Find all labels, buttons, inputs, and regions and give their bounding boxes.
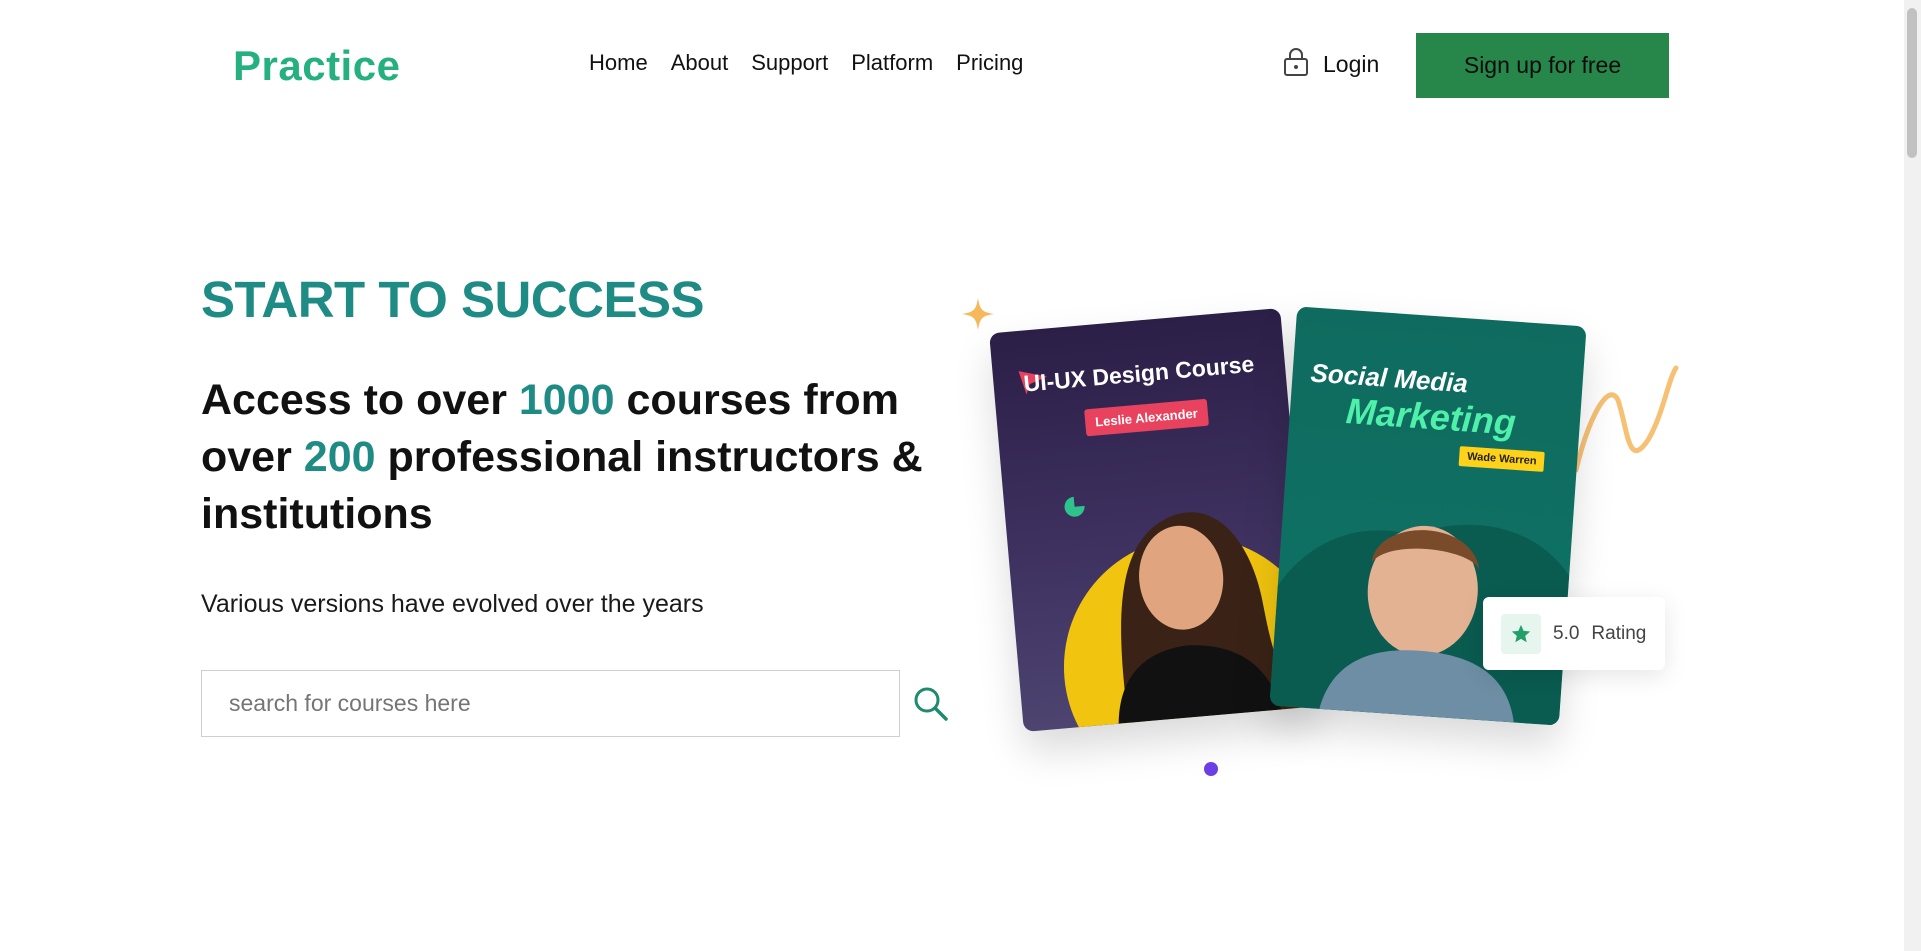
carousel-dot[interactable] bbox=[1204, 762, 1218, 776]
headline-course-count: 1000 bbox=[518, 376, 615, 424]
course-card-uiux[interactable]: UI-UX Design Course Leslie Alexander bbox=[989, 308, 1315, 732]
instructor-photo bbox=[1063, 496, 1315, 732]
star-icon bbox=[1501, 613, 1541, 654]
signup-button[interactable]: Sign up for free bbox=[1416, 33, 1669, 98]
login-link[interactable]: Login bbox=[1283, 47, 1379, 82]
rating-badge: 5.0 Rating bbox=[1483, 597, 1665, 670]
card-title-line2: Marketing bbox=[1344, 390, 1518, 443]
sparkle-icon bbox=[962, 298, 994, 330]
login-label: Login bbox=[1323, 51, 1380, 77]
nav-home[interactable]: Home bbox=[589, 50, 648, 76]
squiggle-icon bbox=[1573, 365, 1679, 473]
logo[interactable]: Practice bbox=[233, 42, 400, 90]
instructor-photo bbox=[1269, 524, 1570, 726]
main-nav: Home About Support Platform Pricing bbox=[589, 50, 1023, 76]
instructor-tag: Leslie Alexander bbox=[1084, 398, 1209, 437]
lock-icon bbox=[1283, 47, 1309, 82]
hero-eyebrow: START TO SUCCESS bbox=[201, 271, 705, 328]
nav-platform[interactable]: Platform bbox=[851, 50, 933, 76]
rating-label: Rating bbox=[1591, 622, 1647, 644]
search-icon[interactable] bbox=[912, 685, 950, 723]
card-title: UI-UX Design Course bbox=[1022, 350, 1256, 397]
scrollbar-thumb[interactable] bbox=[1907, 8, 1917, 158]
hero-headline: Access to over 1000 courses from over 20… bbox=[201, 372, 961, 543]
headline-part1: Access to over bbox=[201, 376, 519, 424]
nav-support[interactable]: Support bbox=[751, 50, 828, 76]
nav-pricing[interactable]: Pricing bbox=[956, 50, 1023, 76]
search-input[interactable] bbox=[202, 671, 899, 736]
headline-instructor-count: 200 bbox=[303, 433, 376, 481]
hero-subtext: Various versions have evolved over the y… bbox=[201, 590, 704, 618]
rating-value: 5.0 bbox=[1553, 622, 1580, 644]
scrollbar[interactable] bbox=[1904, 0, 1921, 951]
nav-about[interactable]: About bbox=[671, 50, 729, 76]
search-box bbox=[201, 670, 900, 737]
